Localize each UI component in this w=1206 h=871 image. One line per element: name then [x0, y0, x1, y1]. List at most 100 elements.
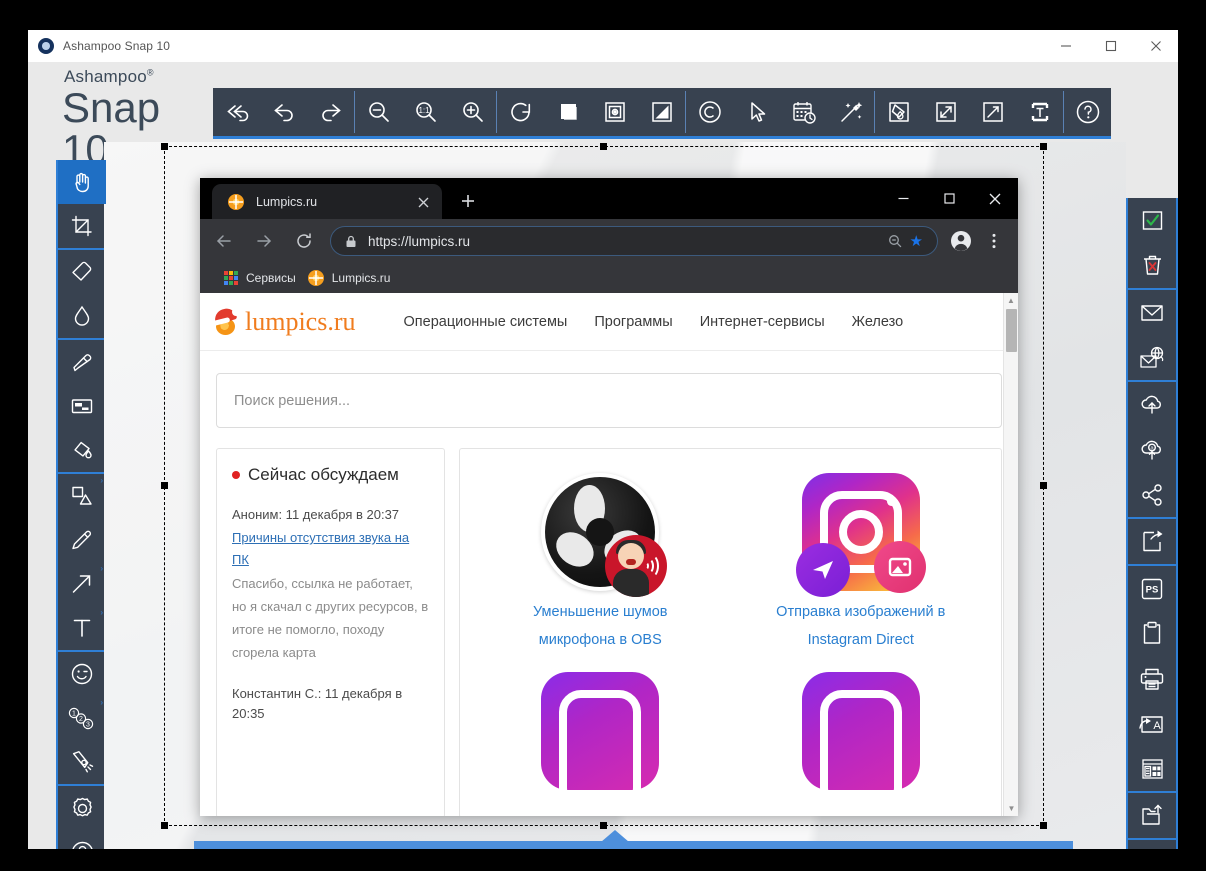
blur-drop-icon[interactable] — [58, 294, 106, 338]
nav-item-os[interactable]: Операционные системы — [404, 314, 568, 330]
article-card[interactable]: Отправка изображений в Instagram Direct — [756, 467, 966, 656]
share-icon[interactable] — [1128, 472, 1176, 517]
printer-icon[interactable] — [1128, 656, 1176, 701]
crop-icon[interactable] — [58, 204, 106, 248]
resize-handle[interactable] — [1040, 143, 1047, 150]
webmail-icon[interactable] — [1128, 335, 1176, 380]
open-with-icon[interactable] — [1128, 519, 1176, 564]
browser-tab[interactable]: Lumpics.ru — [212, 184, 442, 219]
help-circle-icon[interactable] — [58, 830, 106, 849]
zoom-out-icon[interactable] — [355, 88, 402, 136]
note-icon[interactable] — [58, 384, 106, 428]
rotate-icon[interactable] — [497, 88, 544, 136]
close-icon[interactable] — [972, 178, 1018, 219]
close-icon[interactable] — [414, 193, 432, 211]
discard-trash-icon[interactable] — [1128, 243, 1176, 288]
pencil-icon[interactable] — [58, 518, 106, 562]
ashampoo-cloud-icon[interactable]: a — [1128, 427, 1176, 472]
shapes-icon[interactable]: › — [58, 474, 106, 518]
bookmark-lumpics[interactable]: Lumpics.ru — [308, 270, 391, 286]
zoom-out-icon[interactable] — [888, 234, 902, 248]
article-card[interactable] — [495, 666, 705, 799]
nav-item-hardware[interactable]: Железо — [852, 314, 904, 330]
chevron-down-icon: › — [100, 609, 103, 617]
redo-icon[interactable] — [307, 88, 354, 136]
numbering-icon[interactable]: › 1 2 3 — [58, 696, 106, 740]
photoshop-icon[interactable]: PS — [1128, 566, 1176, 611]
scroll-up-icon[interactable]: ▲ — [1004, 293, 1018, 308]
profile-avatar-icon[interactable] — [946, 226, 976, 256]
cloud-upload-icon[interactable] — [1128, 382, 1176, 427]
zoom-100-icon[interactable]: 1:1 — [402, 88, 449, 136]
address-bar[interactable]: https://lumpics.ru ★ — [330, 226, 938, 256]
content-columns: Сейчас обсуждаем Аноним: 11 декабря в 20… — [200, 428, 1018, 816]
live-dot-icon — [232, 471, 240, 479]
paint-bucket-icon[interactable] — [58, 428, 106, 472]
back-arrow-icon[interactable] — [208, 225, 240, 257]
email-icon[interactable] — [1128, 290, 1176, 335]
fade-edge-icon[interactable] — [638, 88, 685, 136]
window-controls — [1043, 30, 1178, 62]
comment-link[interactable]: Причины отсутствия звука на ПК — [232, 527, 429, 571]
pan-hand-icon[interactable] — [58, 160, 106, 204]
svg-text:1: 1 — [72, 711, 76, 718]
text-tool-icon[interactable]: › — [58, 606, 106, 650]
smiley-icon[interactable] — [58, 652, 106, 696]
save-check-icon[interactable] — [1128, 198, 1176, 243]
text-frame-icon[interactable] — [1016, 88, 1063, 136]
reload-icon[interactable] — [288, 225, 320, 257]
document-icon[interactable] — [1128, 746, 1176, 791]
fill-background-icon[interactable] — [875, 88, 922, 136]
search-input[interactable]: Поиск решения... — [216, 373, 1002, 428]
shadow-icon[interactable] — [544, 88, 591, 136]
minimize-icon[interactable] — [880, 178, 926, 219]
magic-wand-icon[interactable] — [827, 88, 874, 136]
nav-item-internet[interactable]: Интернет-сервисы — [700, 314, 825, 330]
clipboard-icon[interactable] — [1128, 611, 1176, 656]
article-card[interactable] — [756, 666, 966, 799]
article-card[interactable]: Уменьшение шумов микрофона в OBS — [495, 467, 705, 656]
bookmark-services[interactable]: Сервисы — [212, 271, 296, 285]
resize-handle[interactable] — [161, 822, 168, 829]
undo-icon[interactable] — [260, 88, 307, 136]
plus-icon[interactable] — [455, 188, 481, 214]
timestamp-icon[interactable] — [780, 88, 827, 136]
bookmark-star-icon[interactable]: ★ — [910, 234, 923, 249]
cursor-icon[interactable] — [733, 88, 780, 136]
vignette-icon[interactable] — [591, 88, 638, 136]
maximize-button[interactable] — [1088, 30, 1133, 62]
scroll-down-icon[interactable]: ▼ — [1004, 801, 1018, 816]
eraser-icon[interactable] — [58, 250, 106, 294]
chrome-toolbar: https://lumpics.ru ★ — [200, 219, 1018, 263]
forward-arrow-icon[interactable] — [248, 225, 280, 257]
scrollbar-thumb[interactable] — [1006, 309, 1017, 352]
spotlight-icon[interactable] — [58, 740, 106, 784]
close-button[interactable] — [1133, 30, 1178, 62]
undo-all-icon[interactable] — [213, 88, 260, 136]
arrow-icon[interactable]: › — [58, 562, 106, 606]
resize-handle[interactable] — [161, 482, 168, 489]
highlighter-icon[interactable] — [58, 340, 106, 384]
shrink-icon[interactable] — [969, 88, 1016, 136]
maximize-icon[interactable] — [926, 178, 972, 219]
zoom-in-icon[interactable] — [449, 88, 496, 136]
chrome-tabstrip: Lumpics.ru — [200, 178, 1018, 219]
nav-item-programs[interactable]: Программы — [594, 314, 672, 330]
open-folder-icon[interactable] — [1128, 793, 1176, 838]
settings-gear-icon[interactable] — [58, 786, 106, 830]
three-dot-menu-icon[interactable] — [980, 233, 1008, 249]
comment-meta: Аноним: 11 декабря в 20:37 — [232, 505, 429, 525]
copyright-icon[interactable] — [686, 88, 733, 136]
resize-handle[interactable] — [600, 143, 607, 150]
minimize-button[interactable] — [1043, 30, 1088, 62]
enlarge-icon[interactable] — [922, 88, 969, 136]
site-logo[interactable]: lumpics.ru — [213, 307, 356, 337]
resize-handle[interactable] — [1040, 482, 1047, 489]
help-icon[interactable] — [1064, 88, 1111, 136]
page-scrollbar[interactable]: ▲ ▼ — [1003, 293, 1018, 816]
help-circle-icon[interactable] — [1128, 840, 1176, 849]
ocr-icon[interactable]: A — [1128, 701, 1176, 746]
resize-handle[interactable] — [1040, 822, 1047, 829]
resize-handle[interactable] — [600, 822, 607, 829]
resize-handle[interactable] — [161, 143, 168, 150]
